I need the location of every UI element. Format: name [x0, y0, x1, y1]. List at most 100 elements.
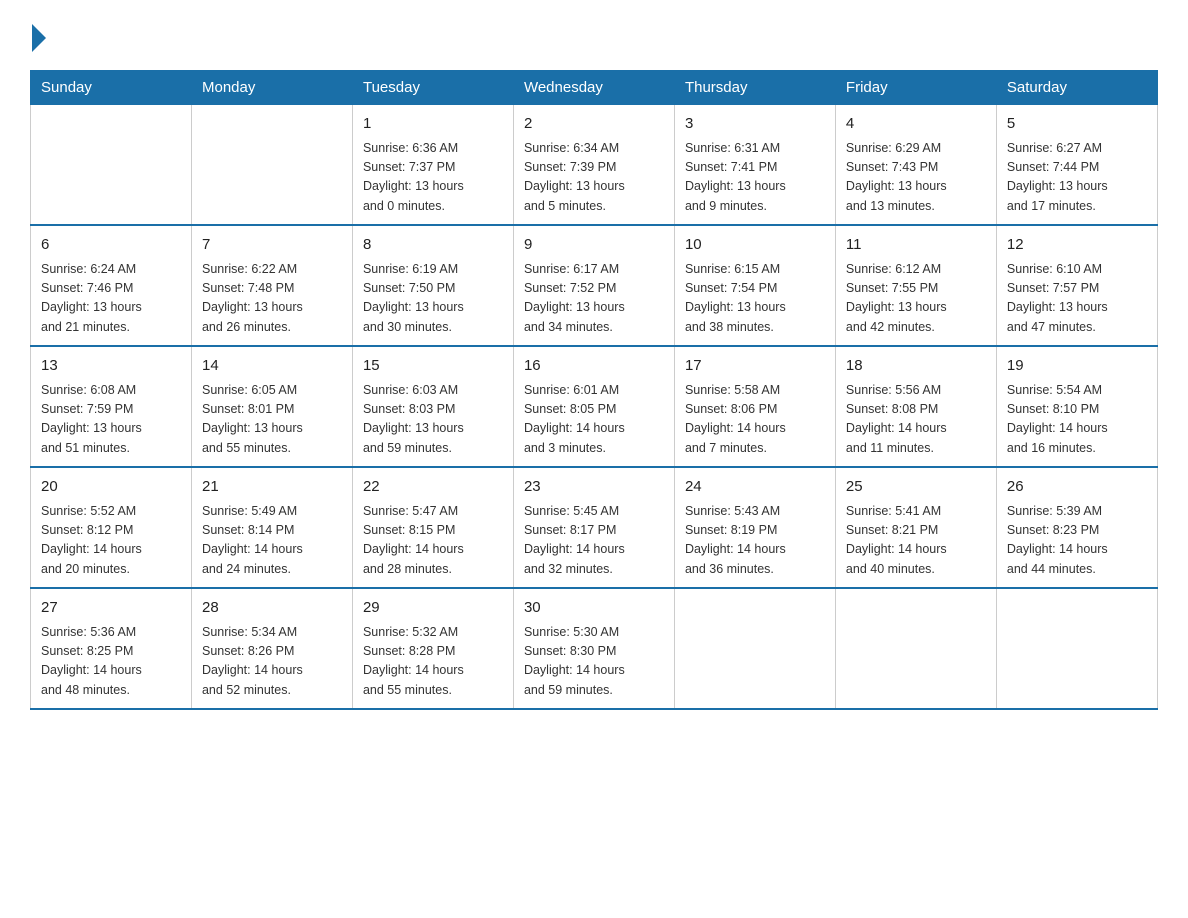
day-info: Sunrise: 5:56 AM Sunset: 8:08 PM Dayligh…	[846, 381, 986, 459]
calendar-cell: 7Sunrise: 6:22 AM Sunset: 7:48 PM Daylig…	[191, 225, 352, 346]
day-info: Sunrise: 5:39 AM Sunset: 8:23 PM Dayligh…	[1007, 502, 1147, 580]
calendar-cell: 12Sunrise: 6:10 AM Sunset: 7:57 PM Dayli…	[996, 225, 1157, 346]
calendar-cell: 5 Sunrise: 6:27 AM Sunset: 7:44 PM Daylig…	[996, 105, 1157, 226]
calendar-cell: 4 Sunrise: 6:29 AM Sunset: 7:43 PM Daylig…	[835, 105, 996, 226]
day-info: Sunrise: 5:45 AM Sunset: 8:17 PM Dayligh…	[524, 502, 664, 580]
calendar-cell: 28 Sunrise: 5:34 AM Sunset: 8:26 PM Dayli…	[191, 588, 352, 709]
day-number: 18	[846, 355, 986, 378]
calendar-cell	[835, 588, 996, 709]
calendar-cell: 13 Sunrise: 6:08 AM Sunset: 7:59 PM Dayli…	[31, 346, 192, 467]
day-number: 16	[524, 355, 664, 378]
calendar-cell: 19 Sunrise: 5:54 AM Sunset: 8:10 PM Dayli…	[996, 346, 1157, 467]
calendar-cell	[674, 588, 835, 709]
calendar-cell: 9 Sunrise: 6:17 AM Sunset: 7:52 PM Daylig…	[513, 225, 674, 346]
day-number: 15	[363, 355, 503, 378]
calendar-cell: 30Sunrise: 5:30 AM Sunset: 8:30 PM Dayli…	[513, 588, 674, 709]
day-info: Sunrise: 5:41 AM Sunset: 8:21 PM Dayligh…	[846, 502, 986, 580]
calendar-cell: 24Sunrise: 5:43 AM Sunset: 8:19 PM Dayli…	[674, 467, 835, 588]
day-info: Sunrise: 6:19 AM Sunset: 7:50 PM Dayligh…	[363, 260, 503, 338]
day-info: Sunrise: 6:24 AM Sunset: 7:46 PM Dayligh…	[41, 260, 181, 338]
day-info: Sunrise: 5:43 AM Sunset: 8:19 PM Dayligh…	[685, 502, 825, 580]
day-info: Sunrise: 5:52 AM Sunset: 8:12 PM Dayligh…	[41, 502, 181, 580]
calendar-header: SundayMondayTuesdayWednesdayThursdayFrid…	[31, 71, 1158, 105]
day-number: 9	[524, 234, 664, 257]
weekday-header-thursday: Thursday	[674, 71, 835, 105]
day-info: Sunrise: 5:54 AM Sunset: 8:10 PM Dayligh…	[1007, 381, 1147, 459]
day-number: 7	[202, 234, 342, 257]
day-number: 13	[41, 355, 181, 378]
calendar-cell: 10 Sunrise: 6:15 AM Sunset: 7:54 PM Dayli…	[674, 225, 835, 346]
calendar-cell: 6Sunrise: 6:24 AM Sunset: 7:46 PM Daylig…	[31, 225, 192, 346]
calendar-cell: 1 Sunrise: 6:36 AM Sunset: 7:37 PM Daylig…	[352, 105, 513, 226]
calendar-cell: 25 Sunrise: 5:41 AM Sunset: 8:21 PM Dayli…	[835, 467, 996, 588]
day-number: 4	[846, 113, 986, 136]
calendar-cell: 18 Sunrise: 5:56 AM Sunset: 8:08 PM Dayli…	[835, 346, 996, 467]
day-info: Sunrise: 5:49 AM Sunset: 8:14 PM Dayligh…	[202, 502, 342, 580]
day-number: 2	[524, 113, 664, 136]
day-info: Sunrise: 6:29 AM Sunset: 7:43 PM Dayligh…	[846, 139, 986, 217]
day-info: Sunrise: 6:08 AM Sunset: 7:59 PM Dayligh…	[41, 381, 181, 459]
day-number: 28	[202, 597, 342, 620]
day-number: 1	[363, 113, 503, 136]
day-number: 8	[363, 234, 503, 257]
calendar-cell: 29 Sunrise: 5:32 AM Sunset: 8:28 PM Dayli…	[352, 588, 513, 709]
calendar-cell	[191, 105, 352, 226]
day-number: 5	[1007, 113, 1147, 136]
calendar-cell: 11Sunrise: 6:12 AM Sunset: 7:55 PM Dayli…	[835, 225, 996, 346]
day-number: 20	[41, 476, 181, 499]
day-info: Sunrise: 5:30 AM Sunset: 8:30 PM Dayligh…	[524, 623, 664, 701]
day-info: Sunrise: 6:01 AM Sunset: 8:05 PM Dayligh…	[524, 381, 664, 459]
calendar-cell: 17Sunrise: 5:58 AM Sunset: 8:06 PM Dayli…	[674, 346, 835, 467]
calendar-table: SundayMondayTuesdayWednesdayThursdayFrid…	[30, 70, 1158, 710]
day-number: 12	[1007, 234, 1147, 257]
calendar-cell: 2Sunrise: 6:34 AM Sunset: 7:39 PM Daylig…	[513, 105, 674, 226]
day-info: Sunrise: 5:32 AM Sunset: 8:28 PM Dayligh…	[363, 623, 503, 701]
calendar-cell: 3 Sunrise: 6:31 AM Sunset: 7:41 PM Daylig…	[674, 105, 835, 226]
calendar-body: 1 Sunrise: 6:36 AM Sunset: 7:37 PM Daylig…	[31, 105, 1158, 710]
calendar-week-row: 13 Sunrise: 6:08 AM Sunset: 7:59 PM Dayli…	[31, 346, 1158, 467]
weekday-header-wednesday: Wednesday	[513, 71, 674, 105]
day-info: Sunrise: 6:05 AM Sunset: 8:01 PM Dayligh…	[202, 381, 342, 459]
day-info: Sunrise: 5:58 AM Sunset: 8:06 PM Dayligh…	[685, 381, 825, 459]
logo	[30, 20, 46, 52]
day-number: 19	[1007, 355, 1147, 378]
calendar-cell: 21 Sunrise: 5:49 AM Sunset: 8:14 PM Dayli…	[191, 467, 352, 588]
calendar-cell: 27Sunrise: 5:36 AM Sunset: 8:25 PM Dayli…	[31, 588, 192, 709]
weekday-header-sunday: Sunday	[31, 71, 192, 105]
day-number: 11	[846, 234, 986, 257]
day-number: 26	[1007, 476, 1147, 499]
calendar-cell: 16 Sunrise: 6:01 AM Sunset: 8:05 PM Dayli…	[513, 346, 674, 467]
day-info: Sunrise: 6:15 AM Sunset: 7:54 PM Dayligh…	[685, 260, 825, 338]
day-number: 3	[685, 113, 825, 136]
calendar-cell: 20 Sunrise: 5:52 AM Sunset: 8:12 PM Dayli…	[31, 467, 192, 588]
calendar-cell	[31, 105, 192, 226]
calendar-cell: 22Sunrise: 5:47 AM Sunset: 8:15 PM Dayli…	[352, 467, 513, 588]
day-info: Sunrise: 6:36 AM Sunset: 7:37 PM Dayligh…	[363, 139, 503, 217]
weekday-header-saturday: Saturday	[996, 71, 1157, 105]
day-info: Sunrise: 5:36 AM Sunset: 8:25 PM Dayligh…	[41, 623, 181, 701]
day-number: 25	[846, 476, 986, 499]
calendar-week-row: 27Sunrise: 5:36 AM Sunset: 8:25 PM Dayli…	[31, 588, 1158, 709]
day-info: Sunrise: 5:34 AM Sunset: 8:26 PM Dayligh…	[202, 623, 342, 701]
day-number: 23	[524, 476, 664, 499]
weekday-header-row: SundayMondayTuesdayWednesdayThursdayFrid…	[31, 71, 1158, 105]
calendar-cell: 8 Sunrise: 6:19 AM Sunset: 7:50 PM Daylig…	[352, 225, 513, 346]
calendar-cell: 14Sunrise: 6:05 AM Sunset: 8:01 PM Dayli…	[191, 346, 352, 467]
day-number: 21	[202, 476, 342, 499]
weekday-header-friday: Friday	[835, 71, 996, 105]
calendar-week-row: 6Sunrise: 6:24 AM Sunset: 7:46 PM Daylig…	[31, 225, 1158, 346]
page-header	[30, 20, 1158, 52]
day-info: Sunrise: 6:17 AM Sunset: 7:52 PM Dayligh…	[524, 260, 664, 338]
day-info: Sunrise: 6:31 AM Sunset: 7:41 PM Dayligh…	[685, 139, 825, 217]
calendar-week-row: 20 Sunrise: 5:52 AM Sunset: 8:12 PM Dayli…	[31, 467, 1158, 588]
calendar-week-row: 1 Sunrise: 6:36 AM Sunset: 7:37 PM Daylig…	[31, 105, 1158, 226]
day-info: Sunrise: 5:47 AM Sunset: 8:15 PM Dayligh…	[363, 502, 503, 580]
calendar-cell: 15Sunrise: 6:03 AM Sunset: 8:03 PM Dayli…	[352, 346, 513, 467]
weekday-header-tuesday: Tuesday	[352, 71, 513, 105]
calendar-cell	[996, 588, 1157, 709]
day-number: 29	[363, 597, 503, 620]
calendar-cell: 26 Sunrise: 5:39 AM Sunset: 8:23 PM Dayli…	[996, 467, 1157, 588]
day-number: 10	[685, 234, 825, 257]
weekday-header-monday: Monday	[191, 71, 352, 105]
day-info: Sunrise: 6:27 AM Sunset: 7:44 PM Dayligh…	[1007, 139, 1147, 217]
